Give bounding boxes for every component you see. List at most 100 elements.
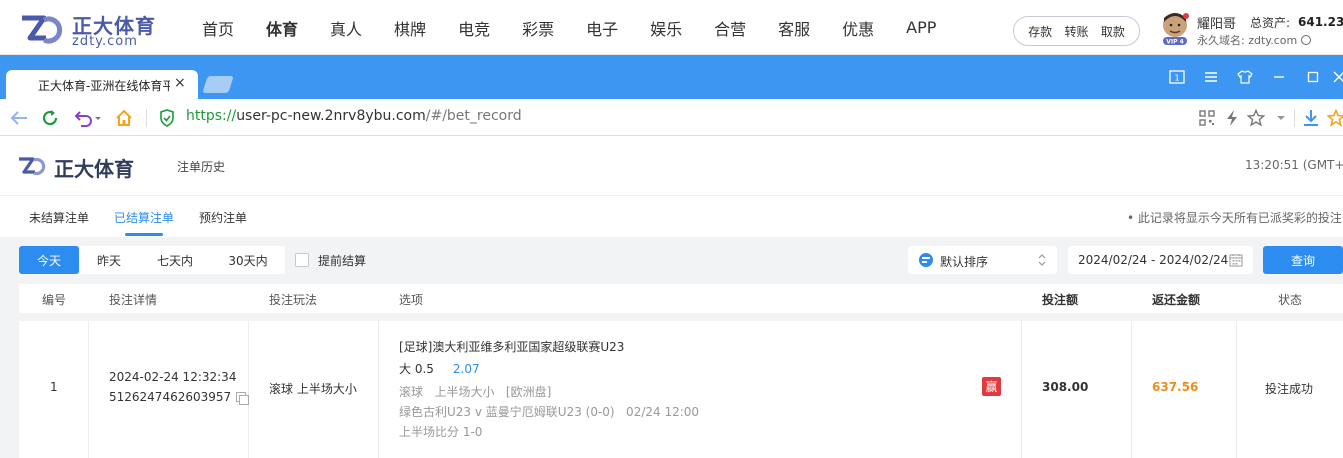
svg-text:1: 1	[1174, 74, 1179, 83]
date-range-picker[interactable]: 2024/02/24 - 2024/02/24	[1068, 246, 1253, 274]
transfer-button[interactable]: 转账	[1064, 23, 1088, 40]
odds-value: 2.07	[452, 362, 480, 376]
download-icon[interactable]	[1300, 107, 1322, 129]
nav-affiliate[interactable]: 合营	[698, 16, 762, 40]
site-header: 正大体育 zdty.com 首页 体育 真人 棋牌 电竞 彩票 电子 娱乐 合营…	[0, 0, 1343, 55]
col-selection: 选项	[399, 293, 424, 307]
nav-entertainment[interactable]: 娱乐	[634, 16, 698, 40]
nav-esports[interactable]: 电竞	[442, 16, 506, 40]
nav-cards[interactable]: 棋牌	[378, 16, 442, 40]
query-button[interactable]: 查询	[1263, 246, 1343, 274]
secure-shield-icon[interactable]	[156, 107, 178, 129]
column-divider	[88, 321, 89, 458]
updown-chevron-icon	[1038, 254, 1046, 266]
back-arrow-icon[interactable]	[8, 107, 30, 129]
logo-en-text: zdty.com	[72, 34, 138, 49]
stake-amount: 308.00	[1042, 380, 1089, 394]
window-controls: 1	[1160, 66, 1343, 88]
column-divider	[378, 321, 379, 458]
copy-icon[interactable]	[236, 392, 250, 405]
close-window-icon[interactable]	[1330, 66, 1343, 88]
search-icon[interactable]	[1301, 35, 1312, 45]
nav-slots[interactable]: 电子	[570, 16, 634, 40]
win-badge: 赢	[982, 377, 1001, 396]
avatar[interactable]: VIP 4	[1160, 12, 1190, 46]
col-index: 编号	[42, 293, 67, 307]
page-header: 正大体育 注单历史 13:20:51 (GMT+8)	[0, 136, 1343, 196]
nav-app[interactable]: APP	[890, 18, 952, 37]
home-icon[interactable]	[113, 107, 135, 129]
filter-row: 今天 昨天 七天内 30天内 提前结算 默认排序 2024/02/24 - 20…	[0, 237, 1343, 284]
tab-unsettled[interactable]: 未结算注单	[29, 209, 89, 226]
server-time: 13:20:51 (GMT+8)	[1245, 158, 1343, 172]
close-tab-icon[interactable]: ×	[174, 75, 186, 91]
divider	[1294, 109, 1295, 127]
column-divider	[1236, 321, 1237, 458]
nav-lottery[interactable]: 彩票	[506, 16, 570, 40]
score-info: 上半场比分 1-0	[399, 425, 483, 439]
filter-30days-button[interactable]: 30天内	[211, 246, 285, 274]
tab-reserved[interactable]: 预约注单	[199, 209, 247, 226]
tab-settled[interactable]: 已结算注单	[114, 209, 174, 226]
url-scheme: https://	[186, 108, 237, 124]
wallet-actions: 存款 转账 取款	[1013, 16, 1140, 46]
maximize-icon[interactable]	[1296, 66, 1330, 88]
url-host: user-pc-new.2nrv8ybu.com	[236, 108, 426, 124]
play-type: 滚球 上半场大小	[269, 382, 357, 396]
filter-today-button[interactable]: 今天	[19, 246, 79, 274]
tab-title: 正大体育-亚洲在线体育平台	[38, 79, 170, 93]
notice-text: • 此记录将显示今天所有已派奖彩的投注	[1127, 211, 1342, 225]
deposit-button[interactable]: 存款	[1028, 23, 1052, 40]
sort-select[interactable]: 默认排序	[908, 246, 1057, 274]
qr-code-icon[interactable]	[1196, 107, 1218, 129]
nav-promotions[interactable]: 优惠	[826, 16, 890, 40]
new-tab-button[interactable]	[202, 76, 234, 93]
vip-badge: VIP 4	[1166, 39, 1184, 46]
page-title: 注单历史	[177, 160, 226, 174]
favorites-star-icon[interactable]	[1325, 107, 1343, 129]
early-settle-checkbox[interactable]	[295, 253, 309, 267]
date-range-value: 2024/02/24 - 2024/02/24	[1078, 253, 1229, 267]
table-row[interactable]: 1 2024-02-24 12:32:34 5126247462603957 滚…	[19, 321, 1343, 458]
undo-icon[interactable]	[72, 107, 104, 129]
col-play-type: 投注玩法	[269, 293, 318, 307]
chevron-down-icon[interactable]	[1270, 107, 1292, 129]
league-name: [足球]澳大利亚维多利亚国家超级联赛U23	[399, 340, 625, 354]
column-divider	[248, 321, 249, 458]
match-info: 绿色古利U23 v 蓝曼宁厄姆联U23 (0-0) 02/24 12:00	[399, 405, 700, 419]
total-assets-label: 总资产:	[1250, 16, 1291, 30]
nav-home[interactable]: 首页	[186, 16, 250, 40]
address-bar: https://user-pc-new.2nrv8ybu.com/#/bet_r…	[0, 99, 1343, 136]
calendar-icon	[1229, 254, 1243, 267]
url-text[interactable]: https://user-pc-new.2nrv8ybu.com/#/bet_r…	[186, 108, 522, 124]
browser-tab[interactable]: 正大体育-亚洲在线体育平台 ×	[6, 70, 198, 99]
minimize-icon[interactable]	[1262, 66, 1296, 88]
tab-count-icon[interactable]: 1	[1160, 66, 1194, 88]
site-logo[interactable]: 正大体育 zdty.com	[20, 10, 155, 50]
star-icon[interactable]	[1245, 107, 1267, 129]
col-return: 返还金额	[1152, 293, 1201, 307]
col-stake: 投注额	[1042, 293, 1079, 307]
menu-icon[interactable]	[1194, 66, 1228, 88]
nav-support[interactable]: 客服	[762, 16, 826, 40]
bet-datetime: 2024-02-24 12:32:34	[109, 370, 237, 384]
row-index: 1	[50, 380, 58, 394]
col-bet-details: 投注详情	[109, 293, 158, 307]
lightning-icon[interactable]	[1221, 107, 1243, 129]
filter-yesterday-button[interactable]: 昨天	[79, 246, 139, 274]
url-path: /#/bet_record	[425, 108, 522, 124]
user-name: 耀阳哥	[1197, 17, 1237, 32]
nav-live-casino[interactable]: 真人	[314, 16, 378, 40]
order-id-text: 5126247462603957	[109, 390, 232, 404]
withdraw-button[interactable]: 取款	[1101, 23, 1125, 40]
skin-icon[interactable]	[1228, 66, 1262, 88]
permanent-domain-text: 永久域名: zdty.com	[1197, 34, 1298, 47]
filter-7days-button[interactable]: 七天内	[139, 246, 211, 274]
divider	[146, 109, 147, 127]
sort-icon	[919, 253, 933, 267]
page-brand: 正大体育	[54, 157, 134, 181]
nav-sports[interactable]: 体育	[250, 16, 314, 40]
refresh-icon[interactable]	[39, 107, 61, 129]
active-tab-indicator	[125, 233, 163, 236]
market-info: 滚球 上半场大小 [欧洲盘]	[399, 385, 552, 399]
